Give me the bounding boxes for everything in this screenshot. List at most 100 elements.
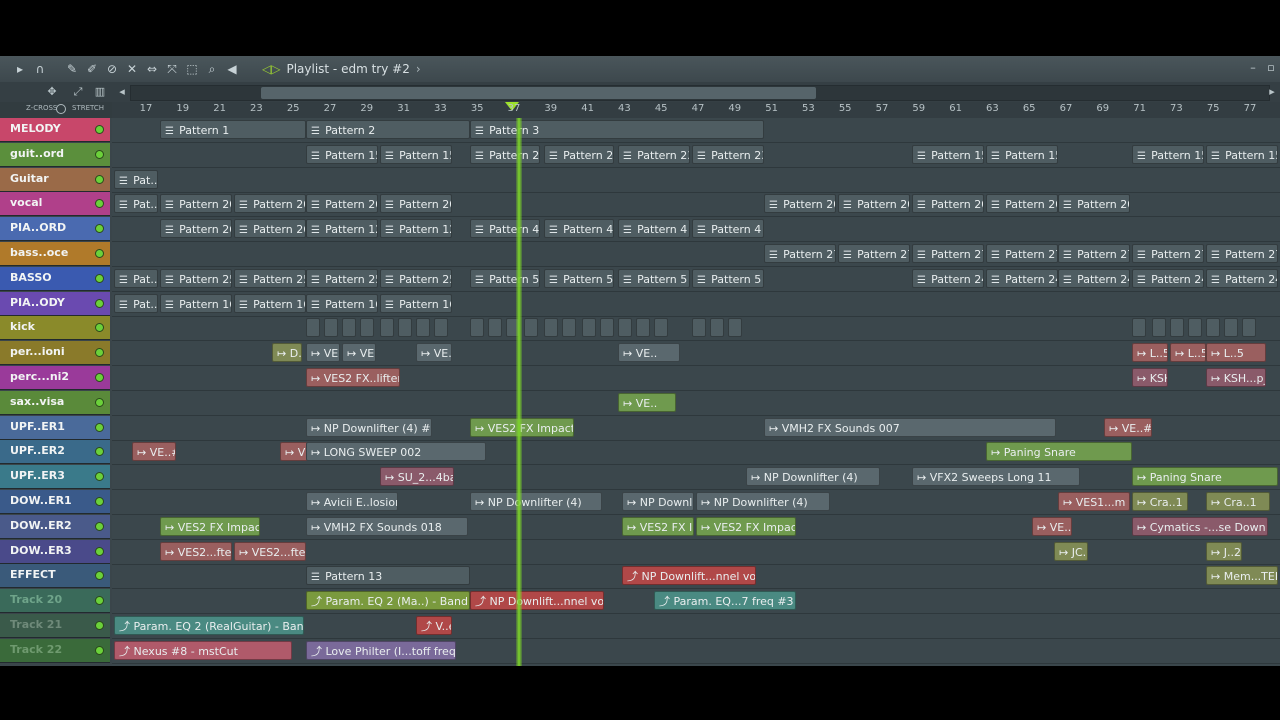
track-header[interactable]: vocal bbox=[0, 192, 110, 217]
pattern-clip[interactable]: ☰ Pattern 12 bbox=[380, 219, 452, 239]
track-enable-led-icon[interactable] bbox=[95, 323, 104, 333]
track-lane[interactable]: ⤴ Param. EQ 2 (RealGuitar) - Band 7 freq… bbox=[112, 614, 1280, 639]
kick-hit-clip[interactable] bbox=[562, 318, 576, 338]
audio-clip[interactable]: ↦ L..5 bbox=[1170, 343, 1206, 363]
track-header[interactable]: BASSO bbox=[0, 266, 110, 291]
kick-hit-clip[interactable] bbox=[470, 318, 484, 338]
pattern-clip[interactable]: ☰ Pattern 15 bbox=[1132, 144, 1204, 164]
track-lane[interactable]: ↦ VE..#2↦ VE↦ LONG SWEEP 002↦ Paning Sna… bbox=[112, 440, 1280, 466]
pattern-clip[interactable]: ☰ Pattern 12 bbox=[306, 219, 378, 239]
track-lane[interactable]: ↦ VES2 FX..lifter 27↦ KSHM...p_04↦ KSH..… bbox=[112, 366, 1280, 391]
pattern-clip[interactable]: ☰ Pattern 5 bbox=[544, 268, 614, 288]
track-header[interactable]: per...ioni bbox=[0, 341, 110, 366]
pattern-clip[interactable]: ☰ Pattern 26 bbox=[160, 219, 232, 239]
scroll-right-icon[interactable]: ▸ bbox=[1264, 84, 1280, 100]
track-header[interactable]: sax..visa bbox=[0, 390, 110, 415]
audio-clip[interactable]: ↦ VE.. bbox=[618, 343, 680, 363]
pattern-clip[interactable]: ☰ Pattern 20 bbox=[380, 194, 452, 214]
pattern-clip[interactable]: ☰ Pattern 15 bbox=[1206, 144, 1278, 164]
delete-icon[interactable]: ⊘ bbox=[104, 61, 120, 77]
track-lane[interactable]: ↦ Avicii E..losion 2 ↦ NP Downlifter (4) ↦… bbox=[112, 490, 1280, 515]
paint-icon[interactable]: ✐ bbox=[84, 61, 100, 77]
kick-hit-clip[interactable] bbox=[524, 318, 538, 338]
kick-hit-clip[interactable] bbox=[398, 318, 412, 338]
pattern-clip[interactable]: ☰ Pattern 20 bbox=[234, 194, 306, 214]
automation-clip[interactable]: ⤴ Nexus #8 - mstCut bbox=[114, 640, 292, 660]
pattern-clip[interactable]: ☰ Pattern 23 bbox=[470, 144, 540, 164]
track-header[interactable]: MELODY bbox=[0, 118, 110, 142]
kick-hit-clip[interactable] bbox=[1242, 318, 1256, 338]
audio-clip[interactable]: ↦ VES2 FX Imp bbox=[622, 516, 694, 536]
audio-clip[interactable]: ↦ Cymatics -...se Down 001 bbox=[1132, 516, 1268, 536]
audio-clip[interactable]: ↦ VES2 FX Impact 27 bbox=[160, 516, 260, 536]
pattern-clip[interactable]: ☰ Pattern 25 bbox=[380, 268, 452, 288]
audio-clip[interactable]: ↦ Paning Snare bbox=[1132, 467, 1278, 487]
horizontal-scrollbar[interactable] bbox=[130, 85, 1270, 101]
pattern-clip[interactable]: ☰ Pattern 27 bbox=[838, 244, 910, 263]
kick-hit-clip[interactable] bbox=[342, 318, 356, 338]
pattern-clip[interactable]: ☰ Pattern 2 bbox=[306, 120, 470, 139]
pattern-clip[interactable]: ☰ Pattern 16 bbox=[160, 293, 232, 313]
pattern-clip[interactable]: ☰ Pattern 15 bbox=[912, 144, 984, 164]
audio-clip[interactable]: ↦ VE.. bbox=[342, 343, 376, 363]
track-enable-led-icon[interactable] bbox=[95, 273, 104, 283]
track-enable-led-icon[interactable] bbox=[95, 596, 104, 606]
scroll-left-icon[interactable]: ◂ bbox=[114, 84, 130, 100]
kick-hit-clip[interactable] bbox=[1206, 318, 1220, 338]
pattern-clip[interactable]: ☰ Pattern 20 bbox=[160, 194, 232, 214]
pattern-clip[interactable]: ☰ Pattern 25 bbox=[160, 268, 232, 288]
magnet-icon[interactable]: ∩ bbox=[32, 61, 48, 77]
track-header[interactable]: DOW..ER1 bbox=[0, 490, 110, 514]
kick-hit-clip[interactable] bbox=[544, 318, 558, 338]
track-lane[interactable]: ↦ VE.. bbox=[112, 391, 1280, 416]
track-enable-led-icon[interactable] bbox=[95, 199, 104, 209]
kick-hit-clip[interactable] bbox=[636, 318, 650, 338]
pattern-clip[interactable]: ☰ Pattern 24 bbox=[1132, 268, 1204, 288]
track-header[interactable]: PIA..ODY bbox=[0, 291, 110, 316]
audio-clip[interactable]: ↦ VFX2 Sweeps Long 11 bbox=[912, 467, 1080, 487]
slice-icon[interactable]: ⤧ bbox=[164, 61, 180, 77]
track-lane[interactable]: ☰ Pat..0☰ Pattern 20☰ Pattern 20☰ Patter… bbox=[112, 192, 1280, 218]
kick-hit-clip[interactable] bbox=[1188, 318, 1202, 338]
playback-icon[interactable]: ◀ bbox=[224, 61, 240, 77]
track-header[interactable]: guit..ord bbox=[0, 142, 110, 167]
kick-hit-clip[interactable] bbox=[728, 318, 742, 338]
pattern-clip[interactable]: ☰ Pattern 23 bbox=[692, 144, 764, 164]
track-enable-led-icon[interactable] bbox=[95, 397, 104, 407]
kick-hit-clip[interactable] bbox=[434, 318, 448, 338]
audio-clip[interactable]: ↦ VMH2 FX Sounds 007 bbox=[764, 417, 1056, 437]
select-icon[interactable]: ⬚ bbox=[184, 61, 200, 77]
audio-clip[interactable]: ↦ Avicii E..losion 2 bbox=[306, 492, 398, 511]
pattern-clip[interactable]: ☰ Pattern 13 bbox=[306, 566, 470, 586]
pattern-clip[interactable]: ☰ Pattern 3 bbox=[470, 120, 764, 139]
pattern-clip[interactable]: ☰ Pattern 5 bbox=[470, 268, 540, 288]
pattern-clip[interactable]: ☰ Pattern 15 bbox=[380, 144, 452, 164]
track-enable-led-icon[interactable] bbox=[95, 373, 104, 382]
pattern-clip[interactable]: ☰ Pattern 24 bbox=[1206, 268, 1278, 288]
audio-clip[interactable]: ↦ JC..2 bbox=[1054, 541, 1088, 561]
pattern-clip[interactable]: ☰ Pattern 5 bbox=[692, 268, 764, 288]
audio-clip[interactable]: ↦ NP Downlifter (4) bbox=[696, 492, 830, 511]
grid-icon[interactable]: ▥ bbox=[92, 84, 108, 100]
audio-clip[interactable]: ↦ VE.. bbox=[618, 392, 676, 412]
audio-clip[interactable]: ↦ VES2 FX Impact 34 bbox=[470, 417, 574, 437]
automation-clip[interactable]: ⤴ V..e bbox=[416, 616, 452, 635]
track-enable-led-icon[interactable] bbox=[95, 174, 104, 184]
track-header[interactable]: kick bbox=[0, 316, 110, 341]
track-lane[interactable]: ☰ Pattern 26 ☰ Pattern 26 ☰ Pattern 12 ☰ Pa… bbox=[112, 217, 1280, 243]
pattern-clip[interactable]: ☰ Pattern 27 bbox=[912, 244, 984, 263]
track-header[interactable]: Track 20 bbox=[0, 589, 110, 614]
audio-clip[interactable]: ↦ Cra..1 bbox=[1206, 492, 1270, 511]
pattern-clip[interactable]: ☰ Pat..0 bbox=[114, 194, 158, 214]
kick-hit-clip[interactable] bbox=[692, 318, 706, 338]
maximize-icon[interactable]: ▫ bbox=[1264, 61, 1278, 75]
audio-clip[interactable]: ↦ Mem...TEM bbox=[1206, 566, 1278, 586]
pencil-icon[interactable]: ✎ bbox=[64, 61, 80, 77]
audio-clip[interactable]: ↦ D..x bbox=[272, 343, 302, 363]
track-lane[interactable]: ↦ VES2...fter 27↦ VES2...fter 27↦ JC..2↦… bbox=[112, 540, 1280, 565]
track-lane[interactable] bbox=[112, 316, 1280, 342]
audio-clip[interactable]: ↦ LONG SWEEP 002 bbox=[306, 442, 486, 462]
kick-hit-clip[interactable] bbox=[1224, 318, 1238, 338]
crossfade-knob[interactable] bbox=[56, 104, 66, 114]
pattern-clip[interactable]: ☰ Pattern 20 bbox=[1058, 194, 1130, 214]
